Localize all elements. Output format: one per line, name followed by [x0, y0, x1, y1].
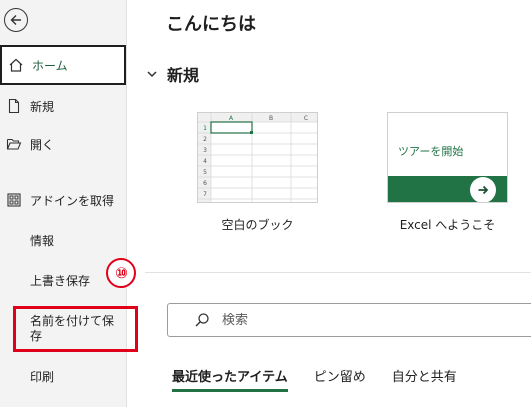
- nav-home[interactable]: ホーム: [0, 45, 126, 85]
- chevron-down-icon: [147, 71, 157, 78]
- blank-sheet-preview: A B C 1 2 3 4 5 6 7: [198, 113, 317, 202]
- home-icon: [8, 57, 24, 73]
- backstage-sidebar: ホーム 新規 開く アドインを取得 情報 上書き保存 名前を付けて保存 印刷: [0, 0, 127, 407]
- tab-recent[interactable]: 最近使ったアイテム: [172, 366, 288, 392]
- nav-save-label: 上書き保存: [30, 273, 91, 288]
- step-number-badge: ⑩: [106, 258, 136, 288]
- tab-shared-with-me[interactable]: 自分と共有: [392, 366, 457, 392]
- tab-pinned[interactable]: ピン留め: [314, 366, 366, 392]
- blank-workbook-caption: 空白のブック: [221, 218, 294, 232]
- nav-open[interactable]: 開く: [0, 126, 127, 162]
- welcome-tour-caption: Excel へようこそ: [399, 218, 496, 232]
- greeting-title: こんにちは: [166, 14, 256, 35]
- folder-open-icon: [6, 136, 22, 152]
- blank-workbook-template[interactable]: A B C 1 2 3 4 5 6 7: [197, 112, 318, 203]
- sheet-col-b: B: [269, 115, 273, 122]
- nav-info-label: 情報: [30, 233, 55, 248]
- nav-get-addins[interactable]: アドインを取得: [0, 182, 127, 218]
- sheet-row-6: 6: [203, 180, 207, 187]
- search-input[interactable]: [222, 312, 422, 328]
- section-divider: [145, 272, 531, 273]
- file-list-tabs: 最近使ったアイテム ピン留め 自分と共有: [172, 366, 483, 392]
- sheet-row-5: 5: [203, 169, 207, 176]
- nav-home-label: ホーム: [32, 58, 68, 73]
- welcome-tour-template[interactable]: ツアーを開始: [387, 112, 508, 203]
- nav-print[interactable]: 印刷: [0, 358, 127, 394]
- search-box[interactable]: [167, 303, 531, 337]
- new-section-label: 新規: [167, 66, 200, 85]
- nav-print-label: 印刷: [30, 369, 55, 384]
- back-arrow-icon: [10, 15, 21, 25]
- nav-open-label: 開く: [30, 137, 55, 152]
- sheet-row-1: 1: [203, 125, 207, 132]
- nav-new-label: 新規: [30, 99, 55, 114]
- nav-save-as[interactable]: 名前を付けて保存: [0, 306, 127, 352]
- sheet-col-c: C: [304, 115, 308, 122]
- new-section-toggle[interactable]: 新規: [145, 62, 199, 86]
- nav-save-as-label: 名前を付けて保存: [30, 314, 115, 343]
- nav-get-addins-label: アドインを取得: [30, 193, 115, 208]
- sheet-row-3: 3: [203, 147, 207, 154]
- grid-icon: [6, 192, 22, 208]
- search-icon: [195, 313, 209, 327]
- start-tour-text: ツアーを開始: [398, 145, 464, 158]
- sheet-row-7: 7: [203, 191, 207, 198]
- nav-info[interactable]: 情報: [0, 222, 127, 258]
- back-button[interactable]: [4, 8, 28, 32]
- arrow-right-icon: [470, 177, 496, 202]
- new-document-icon: [6, 98, 22, 114]
- nav-new[interactable]: 新規: [0, 88, 127, 124]
- sheet-row-2: 2: [203, 136, 207, 143]
- sheet-row-4: 4: [203, 158, 207, 165]
